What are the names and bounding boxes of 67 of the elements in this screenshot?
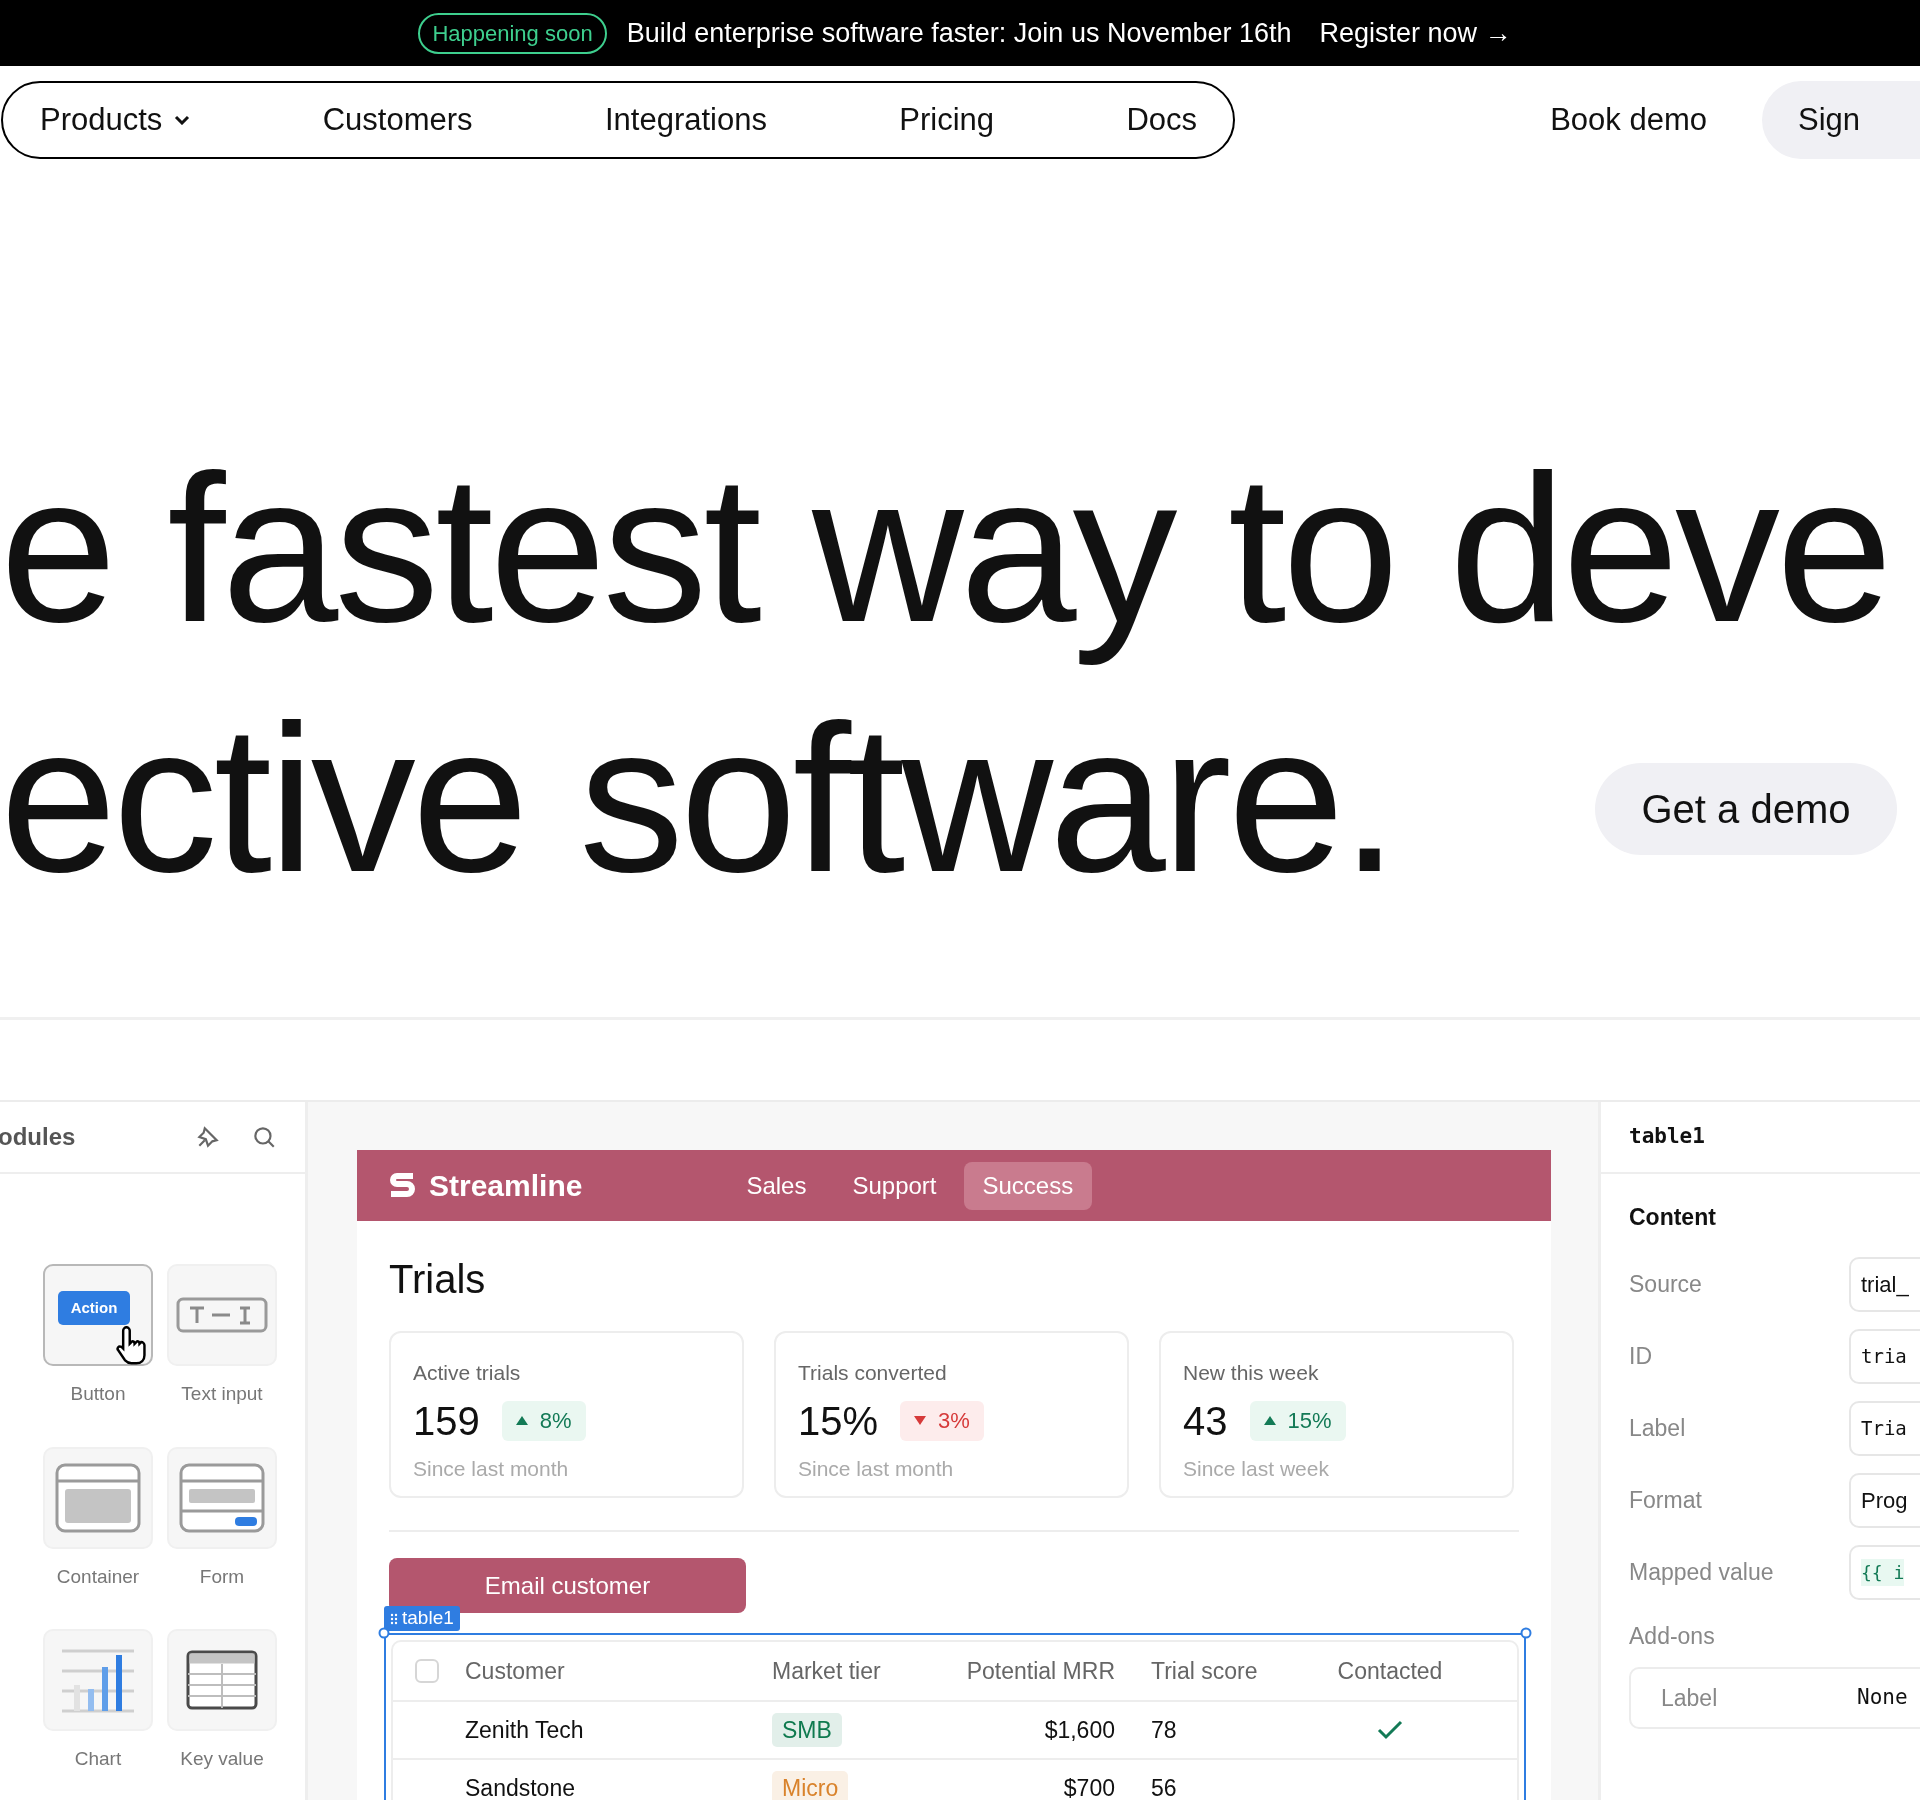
module-label: Chart xyxy=(74,1747,122,1771)
table-cell-text: 78 xyxy=(1150,1715,1178,1745)
change-badge: 8% xyxy=(501,1400,586,1441)
column-header: Customer xyxy=(465,1656,566,1686)
action-button-preview: Action xyxy=(58,1291,130,1325)
change-badge: 3% xyxy=(900,1400,984,1441)
table-cell-text: Zenith Tech xyxy=(465,1715,585,1745)
property-field[interactable]: Prog xyxy=(1849,1473,1920,1528)
field-label: ID xyxy=(1629,1342,1653,1372)
field-label: Mapped value xyxy=(1629,1558,1775,1588)
nav-link[interactable]: Integrations xyxy=(604,96,767,144)
field-label: Format xyxy=(1629,1486,1703,1516)
column-header: Market tier xyxy=(772,1656,882,1686)
column-header: Trial score xyxy=(1150,1656,1259,1686)
tier-tag: Micro xyxy=(772,1770,849,1800)
module-label: Text input xyxy=(181,1382,263,1406)
register-link[interactable]: Register now → xyxy=(1319,12,1512,54)
nav-link[interactable]: Products xyxy=(40,96,191,144)
stat-value: 159 xyxy=(413,1397,480,1445)
column-header: Contacted xyxy=(1336,1656,1444,1686)
book-demo-link[interactable]: Book demo xyxy=(1550,96,1707,144)
table-cell-text: $1,600 xyxy=(1043,1715,1115,1745)
change-badge: 15% xyxy=(1249,1400,1346,1441)
component-name: table1 xyxy=(1629,1123,1705,1151)
brand-name: Streamline xyxy=(429,1168,583,1204)
field-label: Label xyxy=(1629,1414,1687,1444)
table-cell-text: $700 xyxy=(1062,1773,1115,1800)
module-label: Container xyxy=(56,1564,140,1589)
table-cell-text: 56 xyxy=(1150,1773,1178,1800)
nav-link[interactable]: Customers xyxy=(322,96,473,144)
announcement-text: Build enterprise software faster: Join us November 16th xyxy=(626,16,1292,50)
addon-row[interactable]: Label None xyxy=(1629,1667,1920,1729)
app-tab[interactable]: Support xyxy=(833,1161,956,1210)
sign-button[interactable]: Sign xyxy=(1761,81,1920,159)
stat-label: New this week xyxy=(1183,1360,1320,1386)
nav-link[interactable]: Pricing xyxy=(899,96,995,144)
table-cell-text: Sandstone xyxy=(465,1773,576,1800)
get-demo-button[interactable]: Get a demo xyxy=(1595,763,1897,855)
module-label: Button xyxy=(70,1382,126,1406)
hero-headline: e fastest way to deve xyxy=(0,430,1890,668)
app-tab[interactable]: Sales xyxy=(727,1161,826,1210)
addon-value: None xyxy=(1857,1684,1908,1712)
stat-label: Trials converted xyxy=(798,1360,948,1386)
column-header: Potential MRR xyxy=(965,1656,1115,1686)
event-badge: Happening soon xyxy=(418,12,607,54)
module-card[interactable]: Action xyxy=(43,1264,153,1366)
property-field[interactable]: {{ i xyxy=(1849,1545,1920,1600)
module-label: Key value xyxy=(180,1747,264,1771)
field-label: Add-ons xyxy=(1629,1621,1716,1651)
tier-tag: SMB xyxy=(772,1712,842,1747)
section-title: Content xyxy=(1629,1203,1717,1232)
stat-caption: Since last month xyxy=(798,1455,955,1482)
property-field[interactable]: Tria xyxy=(1849,1401,1920,1456)
nav-link[interactable]: Docs xyxy=(1126,96,1198,144)
property-field[interactable]: trial_ xyxy=(1849,1257,1920,1312)
component-tag: table1 xyxy=(384,1606,460,1631)
stat-value: 15% xyxy=(798,1397,879,1445)
stat-caption: Since last week xyxy=(1183,1455,1330,1482)
stat-value: 43 xyxy=(1183,1397,1228,1445)
stat-caption: Since last month xyxy=(413,1455,570,1482)
field-label: Source xyxy=(1629,1270,1703,1300)
hero-headline: ective software. xyxy=(0,680,1396,918)
stat-label: Active trials xyxy=(413,1360,522,1386)
property-field[interactable]: tria xyxy=(1849,1329,1920,1384)
page-title: Trials xyxy=(389,1256,487,1303)
module-label: Form xyxy=(199,1564,245,1589)
addon-label: Label xyxy=(1661,1683,1719,1713)
